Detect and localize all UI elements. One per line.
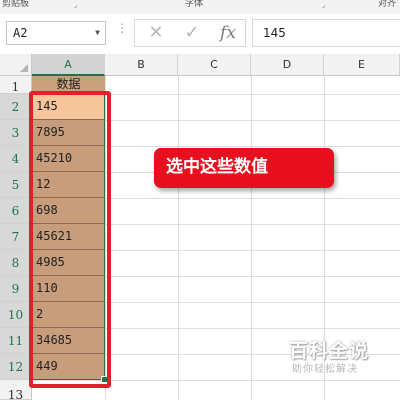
watermark-subtitle: 助你轻松解决 bbox=[292, 364, 358, 375]
gridline bbox=[178, 76, 179, 400]
ribbon-group-font[interactable]: 字体 bbox=[185, 0, 203, 9]
gridline bbox=[251, 76, 252, 400]
cancel-icon[interactable]: ✕ bbox=[141, 20, 171, 46]
row-header-2[interactable]: 2 bbox=[0, 94, 32, 120]
row-header-4[interactable]: 4 bbox=[0, 146, 32, 172]
row-header-5[interactable]: 5 bbox=[0, 172, 32, 198]
column-header-d[interactable]: D bbox=[251, 54, 324, 76]
column-header-c[interactable]: C bbox=[178, 54, 251, 76]
select-all-triangle-icon bbox=[20, 64, 28, 72]
row-header-9[interactable]: 9 bbox=[0, 276, 32, 302]
ribbon-group-clipboard[interactable]: 剪贴板 bbox=[2, 0, 29, 9]
name-box-value: A2 bbox=[13, 26, 28, 40]
watermark-title: 百科全说 bbox=[289, 340, 370, 362]
row-header-12[interactable]: 12 bbox=[0, 354, 32, 380]
row-header-6[interactable]: 6 bbox=[0, 198, 32, 224]
column-header-b[interactable]: B bbox=[105, 54, 178, 76]
dialog-launcher-icon[interactable]: ⌟ bbox=[322, 1, 325, 9]
more-options-icon[interactable]: ⋮ bbox=[116, 22, 128, 34]
chevron-down-icon[interactable]: ▼ bbox=[95, 22, 100, 44]
row-header-8[interactable]: 8 bbox=[0, 250, 32, 276]
row-header-13[interactable]: 13 bbox=[0, 380, 32, 402]
row-header-1[interactable]: 1 bbox=[0, 76, 32, 94]
dialog-launcher-icon[interactable]: ⌟ bbox=[74, 1, 77, 9]
row-header-3[interactable]: 3 bbox=[0, 120, 32, 146]
formula-controls: ✕ ✓ fx bbox=[134, 19, 246, 47]
name-box[interactable]: A2 ▼ bbox=[6, 21, 106, 45]
select-all-button[interactable] bbox=[0, 54, 32, 76]
row-header-7[interactable]: 7 bbox=[0, 224, 32, 250]
annotation-highlight-box bbox=[29, 91, 111, 388]
annotation-callout: 选中这些数值 bbox=[154, 148, 334, 188]
enter-icon[interactable]: ✓ bbox=[177, 20, 207, 46]
row-header-11[interactable]: 11 bbox=[0, 328, 32, 354]
formula-input[interactable]: 145 bbox=[252, 19, 400, 47]
insert-function-icon[interactable]: fx bbox=[213, 20, 243, 46]
column-header-a[interactable]: A bbox=[32, 54, 105, 76]
ribbon-group-alignment[interactable]: 对齐 bbox=[378, 0, 396, 9]
column-header-e[interactable]: E bbox=[324, 54, 400, 76]
ribbon-group-labels: 剪贴板 ⌟ 字体 ⌟ 对齐 bbox=[0, 0, 400, 15]
row-header-10[interactable]: 10 bbox=[0, 302, 32, 328]
